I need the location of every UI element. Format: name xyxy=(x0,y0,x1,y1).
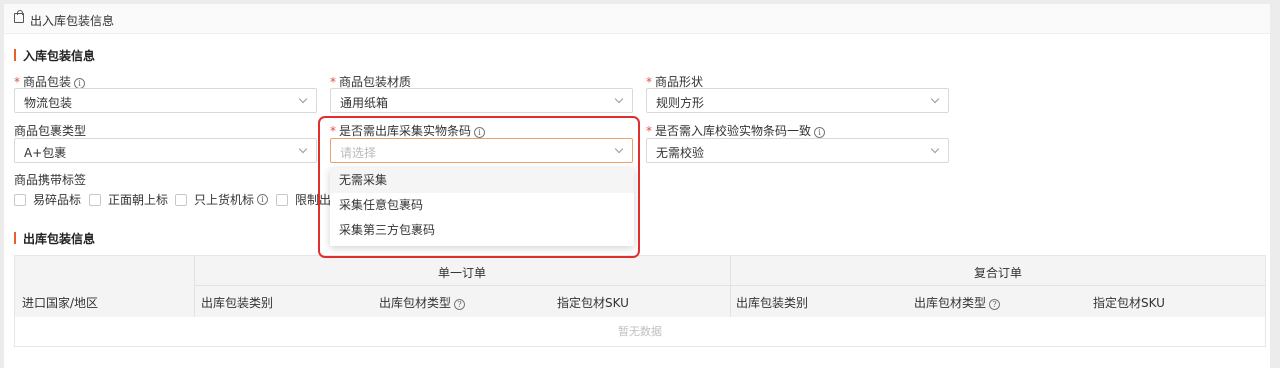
outbound-barcode-label: * 是否需出库采集实物条码 i xyxy=(330,122,486,139)
outbound-table: 单一订单 复合订单 进口国家/地区 出库包装类别 出库包材类型? 指定包材SKU… xyxy=(14,255,1266,347)
dropdown-option[interactable]: 采集任意包裹码 xyxy=(330,193,634,218)
info-icon: i xyxy=(257,194,269,205)
col-combined-material-type: 出库包材类型? xyxy=(914,294,1001,311)
chevron-down-icon xyxy=(930,144,940,154)
inbound-check-select[interactable]: 无需校验 xyxy=(646,138,949,163)
empty-state: 暂无数据 xyxy=(618,325,662,338)
tag-restricted-checkbox[interactable]: 限制出 xyxy=(276,191,331,208)
packaging-select[interactable]: 物流包装 xyxy=(14,88,317,113)
col-combined-package-category: 出库包装类别 xyxy=(736,296,809,310)
bag-icon xyxy=(14,10,24,23)
info-icon: i xyxy=(474,127,486,138)
chevron-down-icon xyxy=(930,94,940,104)
chevron-down-icon xyxy=(614,94,624,104)
tags-label: 商品携带标签 xyxy=(14,173,87,187)
help-icon: ? xyxy=(454,299,466,310)
dropdown-option[interactable]: 采集第三方包裹码 xyxy=(330,218,634,243)
col-country: 进口国家/地区 xyxy=(22,296,99,310)
outbound-barcode-dropdown: 无需采集 采集任意包裹码 采集第三方包裹码 xyxy=(330,168,634,246)
col-single-package-category: 出库包装类别 xyxy=(201,296,274,310)
group-combined-order: 复合订单 xyxy=(974,266,1023,280)
table-header: 单一订单 复合订单 进口国家/地区 出库包装类别 出库包材类型? 指定包材SKU… xyxy=(15,256,1266,317)
tag-machine-only-checkbox[interactable]: 只上货机标 i xyxy=(175,191,269,208)
chevron-down-icon xyxy=(614,144,624,154)
shape-select[interactable]: 规则方形 xyxy=(646,88,949,113)
panel-title: 出入库包装信息 xyxy=(30,14,115,28)
parcel-type-select[interactable]: A+包裹 xyxy=(14,138,317,163)
group-single-order: 单一订单 xyxy=(438,266,487,280)
tag-this-side-up-checkbox[interactable]: 正面朝上标 xyxy=(89,191,168,208)
help-icon: ? xyxy=(989,299,1001,310)
info-icon: i xyxy=(814,127,826,138)
inbound-check-label: * 是否需入库校验实物条码一致 i xyxy=(646,122,826,139)
chevron-down-icon xyxy=(298,144,308,154)
panel-header: 出入库包装信息 xyxy=(4,4,1270,34)
parcel-type-label: 商品包裹类型 xyxy=(14,124,87,138)
col-single-material-type: 出库包材类型? xyxy=(379,294,466,311)
chevron-down-icon xyxy=(298,94,308,104)
col-combined-material-sku: 指定包材SKU xyxy=(1093,296,1165,310)
col-single-material-sku: 指定包材SKU xyxy=(557,296,629,310)
material-select[interactable]: 通用纸箱 xyxy=(330,88,633,113)
tag-fragile-checkbox[interactable]: 易碎品标 xyxy=(14,191,81,208)
outbound-barcode-select[interactable]: 请选择 xyxy=(330,138,633,163)
inbound-section-title: 入库包装信息 xyxy=(14,47,95,64)
dropdown-option[interactable]: 无需采集 xyxy=(330,168,634,193)
outbound-section-title: 出库包装信息 xyxy=(14,230,95,247)
